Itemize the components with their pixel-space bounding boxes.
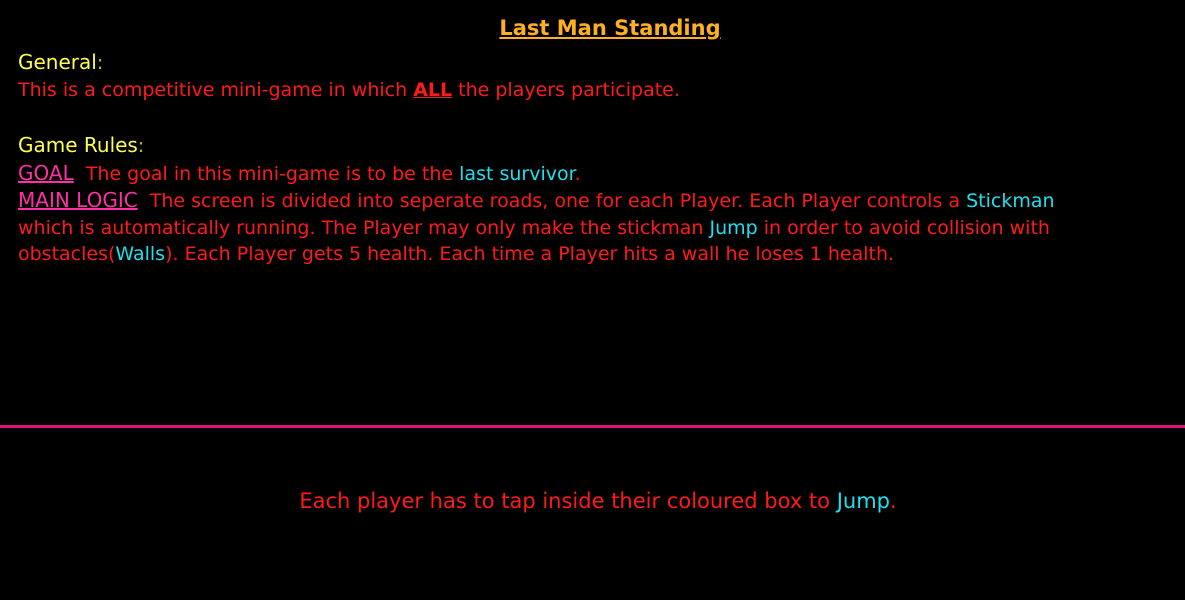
game-title: Last Man Standing [499,16,721,40]
main-logic-label: MAIN LOGIC [18,188,138,212]
general-heading-colon: : [96,52,104,74]
footer-text-before: Each player has to tap inside their colo… [299,489,837,513]
main-logic-rule-line2: which is automatically running. The Play… [18,215,1178,242]
rules-heading-label: Game Rules [18,133,138,157]
footer-text-after: . [889,489,897,513]
main-logic-line3-highlight: Walls [115,243,166,265]
main-logic-line1-before: The screen is divided into seperate road… [137,190,967,212]
goal-text-before: The goal in this mini-game is to be the [73,162,460,185]
general-heading-label: General [18,50,97,74]
general-description: This is a competitive mini-game in which… [18,77,1178,104]
goal-label: GOAL [18,160,74,185]
goal-text-after: . [574,162,581,185]
goal-rule: GOAL The goal in this mini-game is to be… [18,160,1178,188]
main-logic-rule-line3: obstacles(Walls). Each Player gets 5 hea… [18,241,1178,268]
main-logic-line1-highlight: Stickman [966,190,1055,212]
rules-heading-colon: : [137,135,145,157]
rules-heading: Game Rules: [18,132,1178,160]
main-logic-line3-after: ). Each Player gets 5 health. Each time … [165,243,895,265]
footer-highlight: Jump [836,489,890,513]
section-divider [0,425,1185,428]
general-heading: General: [18,49,1178,77]
general-text-after: the players participate. [452,78,680,101]
tap-instruction: Each player has to tap inside their colo… [0,489,1185,513]
instructions-panel: General: This is a competitive mini-game… [18,49,1178,268]
main-logic-rule-line1: MAIN LOGIC The screen is divided into se… [18,187,1178,215]
main-logic-line3-before: obstacles( [18,243,116,265]
general-text-before: This is a competitive mini-game in which [18,78,414,101]
main-logic-line2-before: which is automatically running. The Play… [18,216,710,239]
main-logic-line2-after: in order to avoid collision with [757,216,1050,239]
main-logic-line2-highlight: Jump [709,216,758,239]
general-highlight: ALL [413,78,453,101]
goal-highlight: last survivor [459,162,575,185]
